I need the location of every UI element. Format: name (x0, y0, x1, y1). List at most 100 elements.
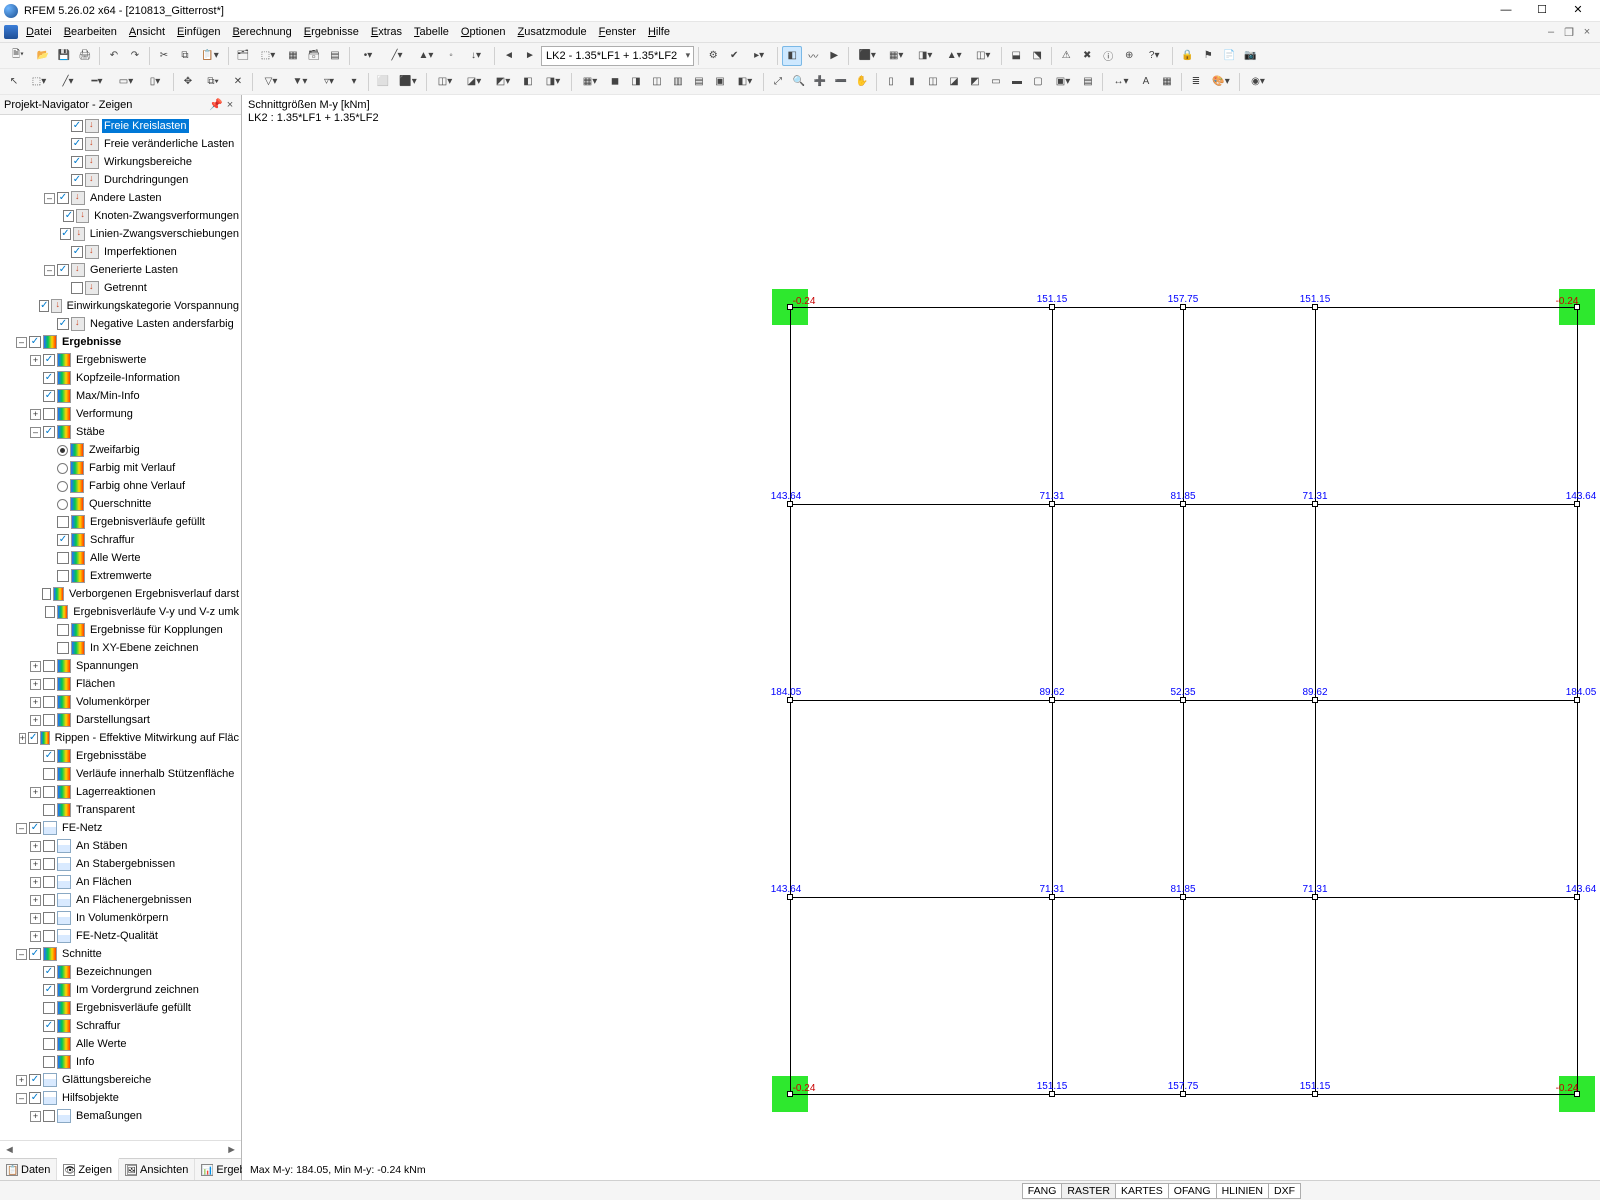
panel-button[interactable]: ▤ (325, 46, 345, 66)
status-dxf[interactable]: DXF (1268, 1183, 1301, 1199)
expand-icon[interactable]: + (30, 895, 41, 906)
tree-item[interactable]: Info (2, 1053, 241, 1071)
checkbox-icon[interactable] (43, 714, 55, 726)
expand-icon[interactable]: + (30, 679, 41, 690)
tree-item[interactable]: –✓Andere Lasten (2, 189, 241, 207)
filter-4-button[interactable]: ▾ (344, 72, 364, 92)
zoom-out-button[interactable]: ➖ (831, 72, 851, 92)
flag-button[interactable]: ⚑ (1198, 46, 1218, 66)
checkbox-icon[interactable]: ✓ (43, 390, 55, 402)
filter-3-button[interactable]: ▿▾ (315, 72, 343, 92)
table-button[interactable]: ▦ (283, 46, 303, 66)
next-lc-button[interactable]: ► (520, 46, 540, 66)
expand-icon[interactable]: + (30, 715, 41, 726)
render-4-button[interactable]: ◧▾ (731, 72, 759, 92)
tree-item[interactable]: ✓Kopfzeile-Information (2, 369, 241, 387)
filter-1-button[interactable]: ▽▾ (257, 72, 285, 92)
render-1-button[interactable]: ▥ (668, 72, 688, 92)
tree-item[interactable]: –✓Ergebnisse (2, 333, 241, 351)
line-tool-button[interactable]: ╱▾ (54, 72, 82, 92)
copy-button[interactable]: ⧉ (175, 46, 195, 66)
checkbox-icon[interactable] (43, 678, 55, 690)
expand-icon[interactable]: + (30, 841, 41, 852)
checkbox-icon[interactable]: ✓ (63, 210, 74, 222)
tree-item[interactable]: ✓Im Vordergrund zeichnen (2, 981, 241, 999)
tree-item[interactable]: Ergebnisverläufe V-y und V-z umk (2, 603, 241, 621)
tree-item[interactable]: ✓Wirkungsbereiche (2, 153, 241, 171)
expand-icon[interactable]: + (30, 931, 41, 942)
checkbox-icon[interactable] (43, 1002, 55, 1014)
expand-icon[interactable]: + (30, 1111, 41, 1122)
expand-icon[interactable]: + (30, 859, 41, 870)
tree-item[interactable]: +Darstellungsart (2, 711, 241, 729)
expand-icon[interactable]: + (30, 355, 41, 366)
tree-item[interactable]: Getrennt (2, 279, 241, 297)
sect7-button[interactable]: ▬ (1007, 72, 1027, 92)
tree-item[interactable]: –✓Schnitte (2, 945, 241, 963)
tree-item[interactable]: ✓Linien-Zwangsverschiebungen (2, 225, 241, 243)
status-kartes[interactable]: KARTES (1115, 1183, 1169, 1199)
sect1-button[interactable]: ▯ (881, 72, 901, 92)
checkbox-icon[interactable] (43, 768, 55, 780)
sect4-button[interactable]: ◪ (944, 72, 964, 92)
tree-item[interactable]: +FE-Netz-Qualität (2, 927, 241, 945)
color-button[interactable]: 🎨▾ (1207, 72, 1235, 92)
tree-item[interactable]: +Lagerreaktionen (2, 783, 241, 801)
tree-item[interactable]: ✓Knoten-Zwangsverformungen (2, 207, 241, 225)
sect6-button[interactable]: ▭ (986, 72, 1006, 92)
screenshot-button[interactable]: 📷 (1240, 46, 1260, 66)
render-2-button[interactable]: ▤ (689, 72, 709, 92)
checkbox-icon[interactable]: ✓ (71, 174, 83, 186)
tree-item[interactable]: Verläufe innerhalb Stützenfläche (2, 765, 241, 783)
tree-item[interactable]: Transparent (2, 801, 241, 819)
checkbox-icon[interactable] (43, 876, 55, 888)
checkbox-icon[interactable] (43, 840, 55, 852)
sect10-button[interactable]: ▤ (1078, 72, 1098, 92)
tree-item[interactable]: Ergebnisverläufe gefüllt (2, 513, 241, 531)
tree-item[interactable]: ✓Schraffur (2, 1017, 241, 1035)
checkbox-icon[interactable] (43, 408, 55, 420)
checkbox-icon[interactable]: ✓ (29, 822, 41, 834)
cursor-button[interactable]: ↖ (4, 72, 24, 92)
render-trans-button[interactable]: ◫ (647, 72, 667, 92)
tree-item[interactable]: +✓Ergebniswerte (2, 351, 241, 369)
nav-tab-daten[interactable]: 📋Daten (0, 1159, 57, 1180)
expand-icon[interactable]: – (16, 337, 27, 348)
add-mod-button[interactable]: ⊕ (1119, 46, 1139, 66)
save-button[interactable]: 💾 (54, 46, 74, 66)
menu-optionen[interactable]: Optionen (455, 24, 512, 40)
mdi-close-button[interactable]: × (1578, 26, 1596, 39)
checkbox-icon[interactable] (43, 696, 55, 708)
expand-icon[interactable]: + (30, 877, 41, 888)
menu-einfügen[interactable]: Einfügen (171, 24, 226, 40)
checkbox-icon[interactable] (43, 786, 55, 798)
tree-item[interactable]: +✓Glättungsbereiche (2, 1071, 241, 1089)
checkbox-icon[interactable] (43, 894, 55, 906)
lock-button[interactable]: 🔒 (1177, 46, 1197, 66)
tree-item[interactable]: Extremwerte (2, 567, 241, 585)
cancel-icon[interactable]: ✖ (1077, 46, 1097, 66)
expand-icon[interactable]: + (16, 1075, 27, 1086)
checkbox-icon[interactable] (57, 570, 69, 582)
dim-button[interactable]: ↔▾ (1107, 72, 1135, 92)
result-type-button[interactable]: ⬛▾ (853, 46, 881, 66)
zoom-win-button[interactable]: 🔍 (789, 72, 809, 92)
animate-button[interactable]: ▶ (824, 46, 844, 66)
check-button[interactable]: ✔ (724, 46, 744, 66)
supports-button[interactable]: ▲▾ (412, 46, 440, 66)
tree-item[interactable]: +Verformung (2, 405, 241, 423)
tree-item[interactable]: ✓Imperfektionen (2, 243, 241, 261)
display-btn[interactable]: ◉▾ (1244, 72, 1272, 92)
mdi-minimize-button[interactable]: – (1542, 26, 1560, 39)
menu-zusatzmodule[interactable]: Zusatzmodule (512, 24, 593, 40)
radio-icon[interactable] (57, 499, 68, 510)
solid-tool-button[interactable]: ▯▾ (141, 72, 169, 92)
expand-icon[interactable]: + (30, 913, 41, 924)
status-fang[interactable]: FANG (1022, 1183, 1063, 1199)
tree-item[interactable]: Verborgenen Ergebnisverlauf darst (2, 585, 241, 603)
nodes-button[interactable]: •▾ (354, 46, 382, 66)
results-toggle-button[interactable]: ◧ (782, 46, 802, 66)
checkbox-icon[interactable]: ✓ (60, 228, 70, 240)
sect8-button[interactable]: ▢ (1028, 72, 1048, 92)
tree-item[interactable]: +Bemaßungen (2, 1107, 241, 1125)
